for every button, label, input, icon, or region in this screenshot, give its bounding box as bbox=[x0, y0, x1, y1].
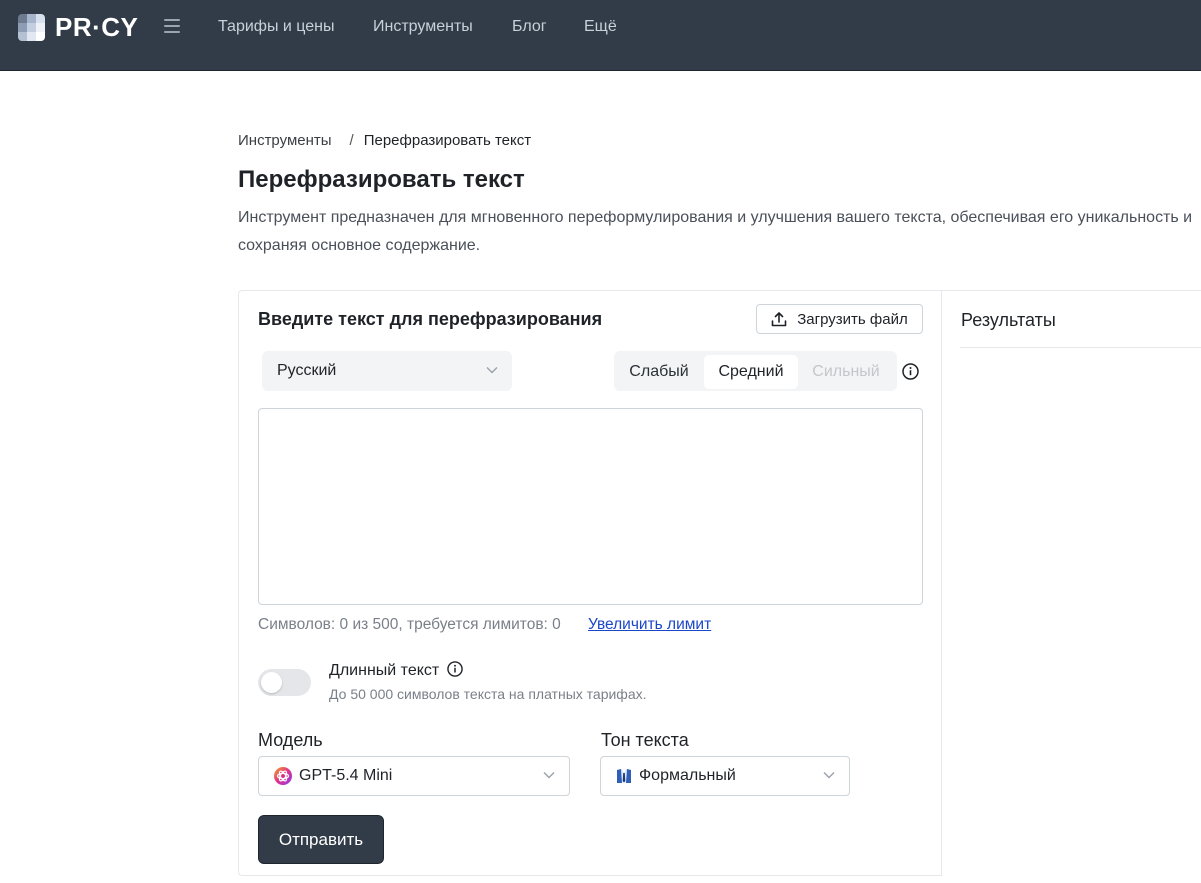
breadcrumb-current: Перефразировать текст bbox=[363, 132, 532, 149]
strength-option-strong[interactable]: Сильный bbox=[798, 355, 894, 389]
toggle-knob bbox=[261, 672, 282, 693]
chevron-down-icon bbox=[823, 772, 835, 779]
menu-icon[interactable] bbox=[164, 19, 180, 33]
long-text-label: Длинный текст bbox=[329, 661, 463, 680]
divider bbox=[960, 347, 1201, 348]
nav-item-tools[interactable]: Инструменты bbox=[373, 18, 473, 36]
openai-icon bbox=[273, 766, 293, 786]
model-select[interactable]: GPT-5.4 Mini bbox=[258, 756, 570, 796]
page-title: Перефразировать текст bbox=[238, 166, 525, 193]
page-description: Инструмент предназначен для мгновенного … bbox=[238, 209, 1193, 254]
strength-option-weak[interactable]: Слабый bbox=[614, 355, 704, 389]
tone-select[interactable]: Формальный bbox=[600, 756, 850, 796]
breadcrumb-parent[interactable]: Инструменты bbox=[238, 132, 332, 149]
tone-value: Формальный bbox=[639, 767, 736, 784]
long-text-hint: До 50 000 символов текста на платных тар… bbox=[329, 686, 647, 702]
input-panel: Введите текст для перефразирования Загру… bbox=[238, 290, 942, 876]
upload-icon bbox=[771, 311, 787, 326]
logo-text: PR·CY bbox=[55, 11, 139, 42]
strength-option-medium[interactable]: Средний bbox=[704, 355, 798, 389]
nav-item-blog[interactable]: Блог bbox=[512, 18, 547, 36]
results-title: Результаты bbox=[961, 310, 1056, 330]
breadcrumb: Инструменты / Перефразировать текст bbox=[238, 132, 531, 149]
nav-item-more[interactable]: Ещё bbox=[584, 18, 617, 36]
upload-file-label: Загрузить файл bbox=[797, 310, 908, 328]
suit-icon bbox=[615, 767, 633, 785]
increase-limit-link[interactable]: Увеличить лимит bbox=[588, 616, 711, 634]
logo-icon bbox=[18, 13, 45, 41]
breadcrumb-separator: / bbox=[349, 132, 354, 149]
upload-file-button[interactable]: Загрузить файл bbox=[756, 304, 923, 334]
input-panel-title: Введите текст для перефразирования bbox=[258, 309, 603, 329]
info-icon[interactable] bbox=[902, 363, 919, 380]
nav-item-pricing[interactable]: Тарифы и цены bbox=[218, 18, 335, 36]
text-input[interactable] bbox=[258, 408, 923, 605]
submit-button[interactable]: Отправить bbox=[258, 815, 384, 864]
chevron-down-icon bbox=[486, 367, 498, 374]
logo[interactable]: PR·CY bbox=[18, 11, 139, 42]
language-select[interactable]: Русский bbox=[262, 351, 512, 391]
chevron-down-icon bbox=[543, 772, 555, 779]
long-text-toggle[interactable] bbox=[258, 669, 311, 696]
long-text-label-text: Длинный текст bbox=[329, 662, 440, 679]
model-value: GPT-5.4 Mini bbox=[299, 767, 393, 784]
character-counter: Символов: 0 из 500, требуется лимитов: 0 bbox=[258, 616, 561, 633]
results-panel: Результаты bbox=[941, 290, 1201, 876]
model-label: Модель bbox=[258, 730, 323, 750]
tone-label: Тон текста bbox=[601, 730, 689, 750]
top-navbar: PR·CY Тарифы и цены Инструменты Блог Ещё bbox=[0, 0, 1201, 71]
strength-selector: Слабый Средний Сильный bbox=[614, 351, 897, 391]
language-value: Русский bbox=[277, 362, 337, 379]
info-icon[interactable] bbox=[446, 661, 463, 677]
